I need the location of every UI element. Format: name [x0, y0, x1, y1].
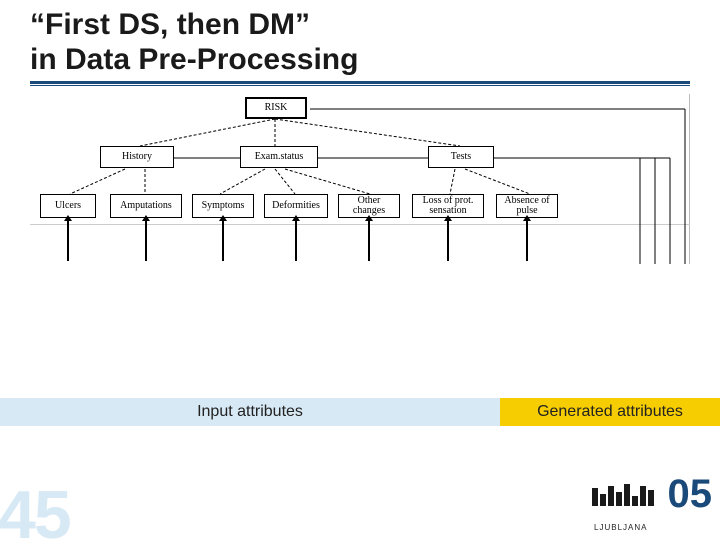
- tree-connector-lines: [30, 94, 700, 269]
- tree-root-label: RISK: [265, 103, 288, 114]
- tree-l2-label: Amputations: [120, 201, 172, 212]
- tree-l2-label: Other changes: [343, 196, 395, 217]
- slide-title-area: “First DS, then DM” in Data Pre-Processi…: [0, 0, 720, 79]
- tree-root-box: RISK: [245, 97, 307, 119]
- title-underline-thin: [30, 85, 690, 86]
- title-underline: [30, 81, 690, 84]
- arrow-up-icon: [368, 221, 370, 261]
- tree-l1-box: Tests: [428, 146, 494, 168]
- conference-logo: 05 LJUBLJANA: [592, 476, 712, 530]
- tree-l2-label: Loss of prot. sensation: [417, 196, 479, 217]
- tree-l1-label: Tests: [451, 152, 471, 163]
- slide-number: 45: [0, 476, 70, 554]
- legend-input-attributes: Input attributes: [0, 398, 500, 426]
- tree-l2-label: Symptoms: [202, 201, 245, 212]
- arrow-up-icon: [145, 221, 147, 261]
- tree-l1-box: History: [100, 146, 174, 168]
- arrow-up-icon: [295, 221, 297, 261]
- slide-title-line1: “First DS, then DM”: [30, 8, 690, 43]
- tree-l2-label: Absence of pulse: [501, 196, 553, 217]
- arrow-up-icon: [67, 221, 69, 261]
- tree-l2-label: Ulcers: [55, 201, 81, 212]
- logo-year-suffix: 05: [668, 472, 713, 517]
- tree-l1-box: Exam.status: [240, 146, 318, 168]
- tree-l1-label: History: [122, 152, 152, 163]
- slide-title-line2: in Data Pre-Processing: [30, 43, 690, 78]
- arrow-up-icon: [222, 221, 224, 261]
- arrow-up-icon: [526, 221, 528, 261]
- legend-row: Input attributes Generated attributes: [0, 398, 720, 426]
- logo-city-label: LJUBLJANA: [594, 523, 647, 532]
- legend-generated-attributes: Generated attributes: [500, 398, 720, 426]
- arrow-up-icon: [447, 221, 449, 261]
- hierarchy-diagram: RISK History Exam.status Tests Ulcers Am…: [30, 94, 700, 269]
- tree-l2-label: Deformities: [272, 201, 320, 212]
- tree-l1-label: Exam.status: [255, 152, 304, 163]
